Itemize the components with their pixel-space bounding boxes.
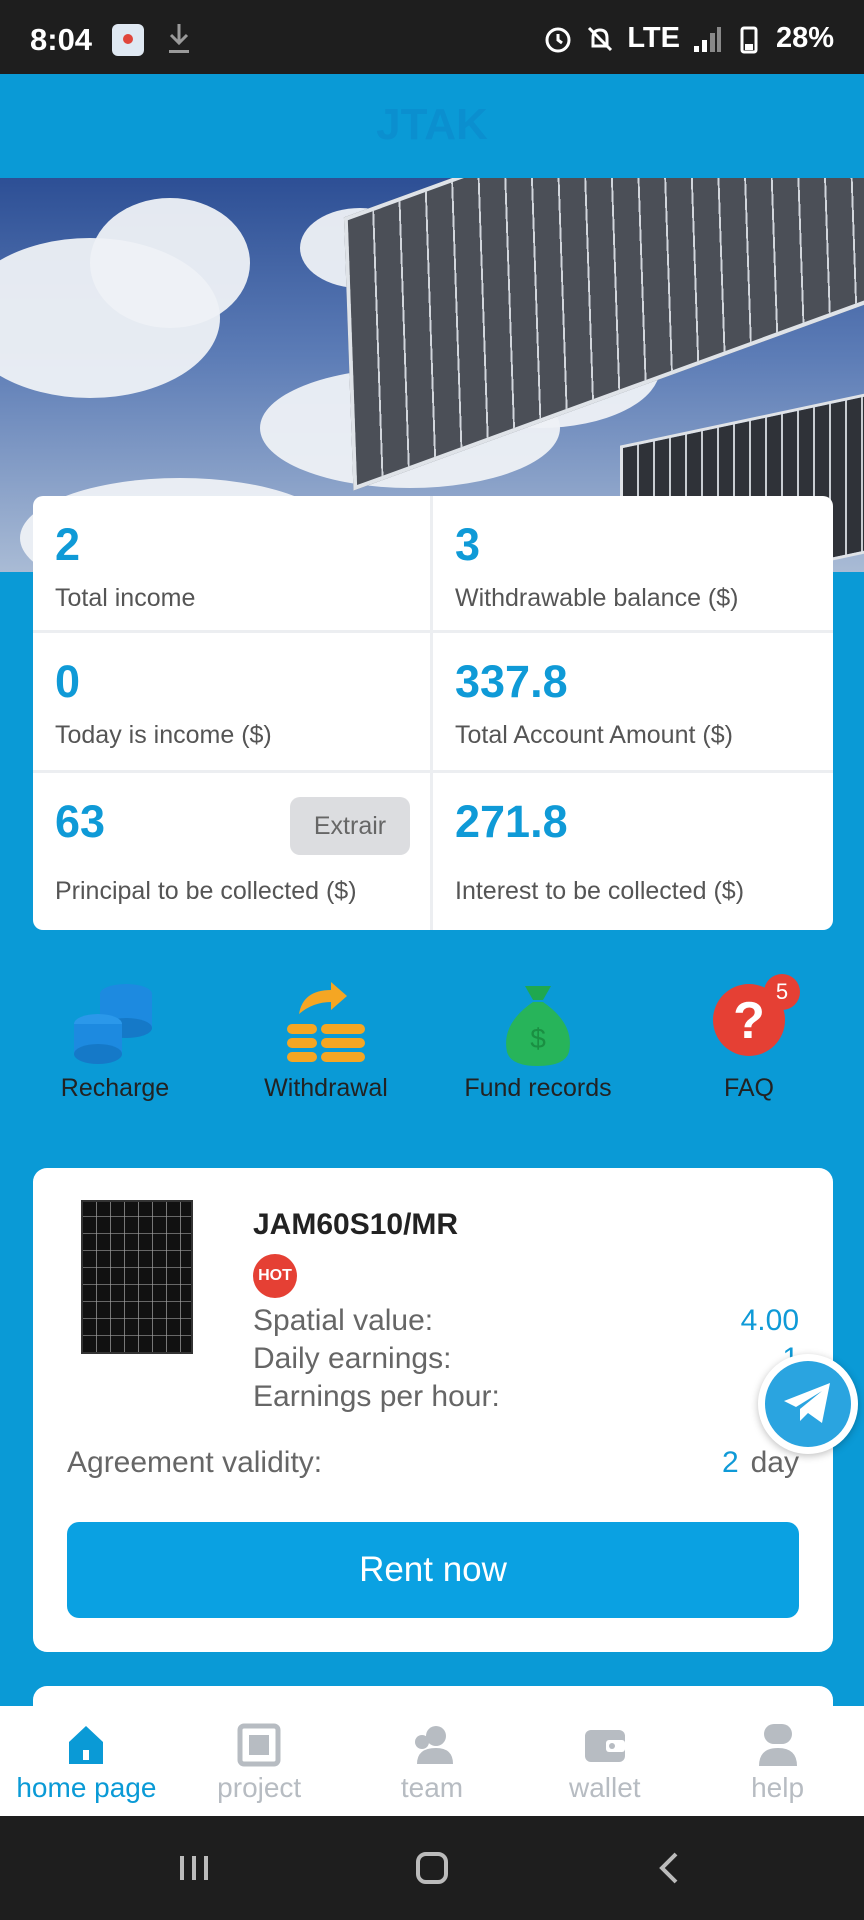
download-icon	[169, 24, 189, 53]
stat-label: Withdrawable balance ($)	[455, 584, 739, 612]
hot-badge: HOT	[253, 1254, 297, 1298]
app-notification-icon	[112, 24, 144, 56]
row-label: Earnings per hour:	[253, 1380, 500, 1413]
faq-button[interactable]: ? 5 FAQ	[649, 968, 849, 1103]
rent-now-button[interactable]: Rent now	[67, 1522, 799, 1618]
stat-total-account-amount: 337.8 Total Account Amount ($)	[433, 633, 833, 773]
stat-value: 2	[55, 519, 81, 570]
nav-project[interactable]: project	[173, 1706, 346, 1816]
status-time: 8:04	[30, 22, 93, 57]
svg-text:$: $	[530, 1023, 546, 1054]
stat-value: 0	[55, 656, 81, 707]
home-system-icon[interactable]	[414, 1850, 450, 1886]
nav-label: home page	[16, 1772, 157, 1803]
row-value: 2	[721, 1446, 739, 1479]
bottom-navigation: home page project team wallet help	[0, 1706, 864, 1816]
stat-value: 337.8	[455, 656, 568, 707]
product-row-spatial-value: Spatial value: 4.00	[253, 1304, 799, 1338]
status-bar: 8:04 LTE 28%	[0, 0, 864, 74]
recharge-button[interactable]: Recharge	[15, 968, 215, 1103]
telegram-icon	[784, 1383, 830, 1423]
stat-label: Total Account Amount ($)	[455, 721, 733, 749]
signal-icon	[693, 26, 721, 52]
system-navigation-bar	[0, 1816, 864, 1920]
action-label: Recharge	[60, 1074, 170, 1102]
withdrawal-button[interactable]: Withdrawal	[226, 968, 426, 1103]
stat-label: Principal to be collected ($)	[55, 877, 357, 905]
team-icon	[414, 1726, 453, 1764]
back-icon[interactable]	[652, 1850, 688, 1886]
svg-text:?: ?	[733, 992, 765, 1050]
product-card: JAM60S10/MR HOT Spatial value: 4.00 Dail…	[33, 1168, 833, 1652]
stat-value: 3	[455, 519, 481, 570]
row-label: Spatial value:	[253, 1304, 434, 1337]
nav-wallet[interactable]: wallet	[518, 1706, 691, 1816]
quick-actions: Recharge Withdrawal $ Fund records ? 5 F…	[0, 968, 864, 1108]
recent-apps-icon[interactable]	[176, 1850, 212, 1886]
stat-total-income: 2 Total income	[33, 496, 433, 633]
nav-home-page[interactable]: home page	[0, 1706, 173, 1816]
nav-team[interactable]: team	[346, 1706, 519, 1816]
row-value: 4.00	[740, 1304, 799, 1337]
wallet-icon	[584, 1730, 625, 1762]
alarm-icon	[545, 27, 571, 52]
stat-withdrawable-balance: 3 Withdrawable balance ($)	[433, 496, 833, 633]
home-icon	[69, 1726, 104, 1764]
stat-label: Total income	[55, 584, 196, 612]
row-label: Agreement validity:	[67, 1446, 323, 1479]
nav-help[interactable]: help	[691, 1706, 864, 1816]
nav-label: team	[400, 1772, 464, 1803]
fund-records-button[interactable]: $ Fund records	[438, 968, 638, 1103]
nav-label: project	[217, 1772, 302, 1803]
telegram-icon-wrap	[765, 1361, 851, 1447]
solar-panel-image	[81, 1200, 193, 1354]
coins-icon	[74, 984, 152, 1064]
money-bag-icon: $	[506, 986, 570, 1066]
battery-level: 28%	[775, 22, 834, 54]
faq-badge: 5	[764, 974, 800, 1010]
help-icon	[758, 1724, 797, 1766]
app-bar: JTAK	[0, 74, 864, 178]
stats-card: 2 Total income 3 Withdrawable balance ($…	[33, 496, 833, 930]
stat-interest-to-be-collected: 271.8 Interest to be collected ($)	[433, 773, 833, 930]
stat-label: Interest to be collected ($)	[455, 877, 745, 905]
product-row-agreement-validity: Agreement validity: 2 day	[67, 1446, 799, 1480]
action-label: Withdrawal	[264, 1074, 388, 1102]
telegram-button[interactable]	[758, 1354, 858, 1454]
faq-icon-wrap: ? 5	[704, 974, 800, 1068]
stat-principal-to-be-collected: 63 Principal to be collected ($) Extrair	[33, 773, 433, 930]
product-row-daily-earnings: Daily earnings: 1	[253, 1342, 799, 1376]
stat-label: Today is income ($)	[55, 721, 272, 749]
action-label: Fund records	[464, 1074, 612, 1102]
network-type: LTE	[627, 22, 680, 54]
product-row-earnings-per-hour: Earnings per hour: 0	[253, 1380, 799, 1414]
stat-value: 271.8	[455, 796, 568, 847]
mute-icon	[588, 26, 613, 51]
app-title: JTAK	[376, 100, 488, 149]
stat-today-income: 0 Today is income ($)	[33, 633, 433, 773]
battery-icon	[740, 26, 758, 53]
product-name: JAM60S10/MR	[253, 1208, 459, 1241]
extrair-button[interactable]: Extrair	[290, 797, 410, 855]
row-label: Daily earnings:	[253, 1342, 452, 1375]
nav-label: wallet	[568, 1772, 641, 1803]
nav-label: help	[751, 1772, 805, 1803]
action-label: FAQ	[723, 1074, 774, 1102]
withdraw-icon	[287, 982, 365, 1062]
project-icon	[237, 1723, 281, 1767]
